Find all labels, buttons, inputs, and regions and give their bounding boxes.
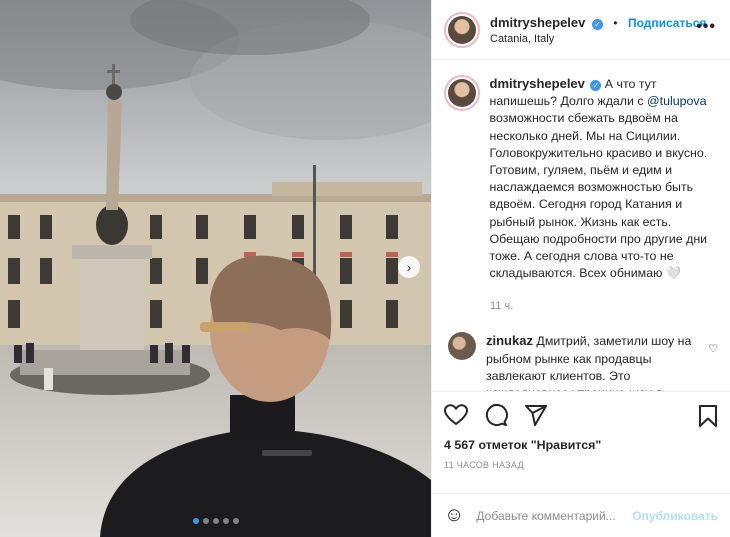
commenter-username[interactable]: zinukaz: [486, 333, 533, 348]
bookmark-icon[interactable]: [698, 404, 718, 428]
verified-badge-icon: ✓: [591, 18, 603, 30]
carousel-dot: [213, 518, 219, 524]
comment-icon[interactable]: [484, 403, 508, 427]
post-timestamp[interactable]: 11 ЧАСОВ НАЗАД: [444, 460, 718, 470]
post-photo[interactable]: ›: [0, 0, 431, 537]
verified-badge-icon: ✓: [590, 80, 602, 91]
follow-button[interactable]: Подписаться: [628, 16, 706, 30]
like-comment-heart-icon[interactable]: ♡: [708, 342, 718, 355]
caption-time: 11 ч.: [490, 300, 514, 313]
author-avatar-ring[interactable]: [444, 11, 480, 48]
chevron-right-icon: ›: [406, 259, 412, 275]
publish-button[interactable]: Опубликовать: [632, 509, 718, 523]
carousel-dot: [233, 518, 239, 524]
post-actions: 4 567 отметок "Нравится" 11 ЧАСОВ НАЗАД: [432, 391, 730, 470]
next-slide-button[interactable]: ›: [398, 256, 420, 278]
carousel-dot: [193, 518, 199, 524]
caption-text: dmitryshepelev ✓ А что тут напишешь? Дол…: [490, 75, 718, 282]
mention-link[interactable]: @tulupova: [647, 94, 706, 108]
action-icons: [444, 392, 718, 438]
carousel-dot: [203, 518, 209, 524]
more-options-icon[interactable]: •••: [696, 18, 716, 36]
heart-icon[interactable]: [444, 404, 468, 426]
post-sidebar: dmitryshepelev ✓ • Подписаться Catania, …: [431, 0, 730, 537]
carousel-indicator: [193, 518, 239, 524]
author-username[interactable]: dmitryshepelev: [490, 15, 585, 30]
post-header: dmitryshepelev ✓ • Подписаться Catania, …: [432, 0, 730, 60]
caption: dmitryshepelev ✓ А что тут напишешь? Дол…: [432, 61, 730, 282]
smile-icon[interactable]: ☺: [444, 504, 464, 527]
author-info: dmitryshepelev ✓ • Подписаться Catania, …: [490, 13, 706, 47]
carousel-dot: [223, 518, 229, 524]
commenter-avatar[interactable]: [448, 332, 476, 361]
catania-square-image: [0, 0, 431, 537]
share-icon[interactable]: [524, 404, 548, 426]
separator: •: [613, 15, 618, 30]
likes-count[interactable]: 4 567 отметок "Нравится": [444, 438, 718, 452]
caption-avatar-ring[interactable]: [444, 75, 480, 111]
comments-list[interactable]: dmitryshepelev ✓ А что тут напишешь? Дол…: [432, 61, 730, 391]
caption-username[interactable]: dmitryshepelev: [490, 76, 585, 91]
caption-body-cont: возможности сбежать вдвоём на несколько …: [489, 111, 708, 281]
avatar: [447, 79, 476, 107]
comment-text: zinukaz Дмитрий, заметили шоу на рыбном …: [486, 332, 700, 391]
comment-composer: ☺ Опубликовать: [432, 493, 730, 537]
comment-input[interactable]: [476, 508, 633, 523]
location-link[interactable]: Catania, Italy: [490, 33, 706, 47]
avatar: [448, 15, 476, 44]
list-item: zinukaz Дмитрий, заметили шоу на рыбном …: [432, 312, 730, 391]
